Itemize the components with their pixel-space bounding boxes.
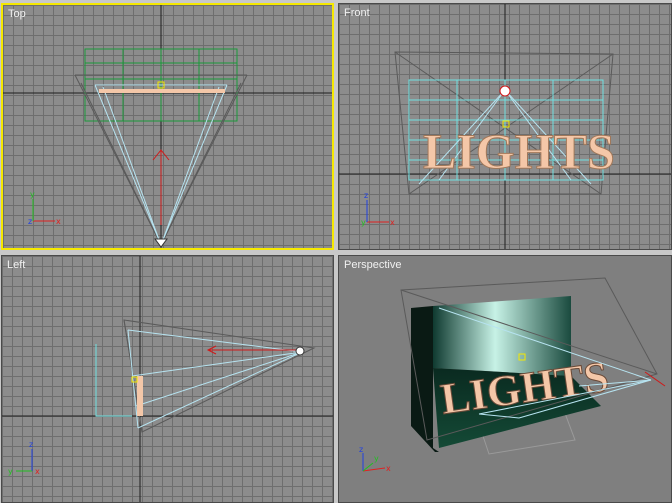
perspective-view-scene: LIGHTS x z y <box>359 277 666 473</box>
front-lights-text: LIGHTS <box>423 123 615 179</box>
left-axis-x: x <box>35 467 40 476</box>
top-axis-z: z <box>28 217 32 226</box>
viewport-left[interactable]: Left z y x <box>1 255 334 503</box>
left-view-scene: z y x <box>2 256 333 502</box>
top-view-scene: x y z <box>3 5 332 248</box>
front-axis-y: y <box>361 218 366 227</box>
front-axis-x: x <box>390 218 395 227</box>
front-axis-z: z <box>364 191 368 200</box>
persp-axis-x: x <box>386 464 391 473</box>
viewport-front[interactable]: Front LIGHTS x z y <box>338 3 672 250</box>
persp-axis-z: z <box>359 445 363 454</box>
top-axis-x: x <box>56 217 61 226</box>
left-axis-z: z <box>29 440 33 449</box>
top-axis-y: y <box>30 190 35 199</box>
front-view-scene: LIGHTS x z y <box>339 4 671 249</box>
viewport-top[interactable]: Top x y z <box>1 3 334 250</box>
viewport-perspective[interactable]: Perspective LIGHTS x z y <box>338 255 672 503</box>
persp-axis-y: y <box>374 454 379 463</box>
left-axis-y: y <box>8 467 13 476</box>
